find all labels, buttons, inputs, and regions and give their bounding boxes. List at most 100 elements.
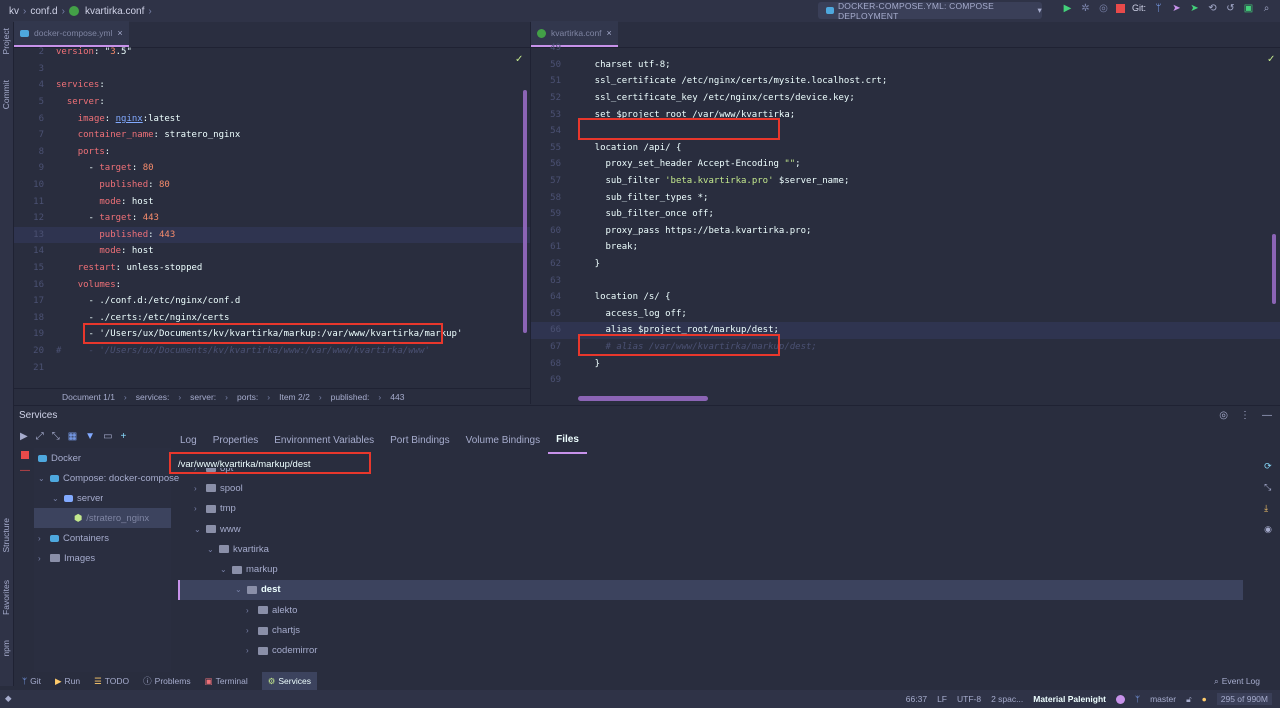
code-line[interactable]: 66 alias $project_root/markup/dest;: [531, 322, 1280, 339]
lock-icon[interactable]: 🔓︎: [1186, 694, 1192, 705]
file-tree-row[interactable]: › tmp: [178, 499, 1243, 519]
code-line[interactable]: 60 proxy_pass https://beta.kvartirka.pro…: [531, 223, 1280, 240]
horizontal-scrollbar[interactable]: [578, 396, 708, 401]
code-line[interactable]: 53 set $project_root /var/www/kvartirka;: [531, 106, 1280, 123]
close-icon[interactable]: ×: [117, 28, 122, 38]
file-tree-row[interactable]: › spool: [178, 478, 1243, 498]
code-area[interactable]: 2 version: "3.5" 3 4 services: 5 server: 6 ima…: [14, 47, 530, 388]
code-line[interactable]: 49: [531, 40, 1280, 57]
close-icon[interactable]: ×: [607, 28, 612, 38]
npm-tool-button[interactable]: npm: [1, 640, 11, 657]
yaml-breadcrumb-item[interactable]: 443: [390, 392, 404, 402]
tab-log[interactable]: Log: [172, 426, 205, 454]
tab-port-bindings[interactable]: Port Bindings: [382, 426, 457, 454]
git-push-icon[interactable]: ➤: [1171, 3, 1182, 14]
tool-services[interactable]: ⚙ Services: [261, 672, 317, 690]
code-line[interactable]: 13 published: 443: [14, 226, 530, 244]
chevron-right-icon[interactable]: ›: [246, 646, 254, 655]
git-branch-icon[interactable]: ᛘ: [1153, 3, 1164, 14]
file-encoding[interactable]: UTF-8: [957, 694, 981, 704]
yaml-breadcrumb-item[interactable]: server:: [190, 392, 216, 402]
tab-properties[interactable]: Properties: [205, 426, 267, 454]
chevron-down-icon[interactable]: ⌄: [207, 545, 215, 554]
coverage-icon[interactable]: ◎: [1098, 3, 1109, 14]
tree-item-container[interactable]: ⬢ /stratero_nginx: [34, 508, 171, 528]
file-tree-row[interactable]: ⌄ markup: [178, 560, 1243, 580]
code-line[interactable]: 69: [531, 372, 1280, 389]
open-in-tab-icon[interactable]: ▭: [103, 431, 112, 442]
tree-item-containers[interactable]: › Containers: [38, 528, 109, 548]
git-branch[interactable]: master: [1150, 694, 1176, 704]
add-service-icon[interactable]: +: [121, 431, 127, 442]
code-line[interactable]: 58 sub_filter_types *;: [531, 189, 1280, 206]
tool-git[interactable]: ᛘ Git: [22, 676, 41, 686]
chevron-right-icon[interactable]: ›: [194, 504, 202, 513]
file-tree-row[interactable]: › codemirror: [178, 641, 1243, 661]
collapse-all-icon[interactable]: ⤡: [52, 431, 60, 442]
code-line[interactable]: 9 - target: 80: [14, 160, 530, 177]
tab-files[interactable]: Files: [548, 426, 587, 454]
yaml-breadcrumb-item[interactable]: Item 2/2: [279, 392, 310, 402]
tab-volume-bindings[interactable]: Volume Bindings: [458, 426, 549, 454]
code-line[interactable]: 20 # - '/Users/ux/Documents/kv/kvartirka/…: [14, 343, 530, 360]
rollback-icon[interactable]: ↺: [1225, 3, 1236, 14]
code-line[interactable]: 63: [531, 272, 1280, 289]
file-tree-row[interactable]: ⌄ dest: [178, 579, 1243, 601]
code-area[interactable]: 49 50 charset utf-8; 51 ssl_certificate /e…: [531, 43, 1280, 398]
tool-run[interactable]: ▶ Run: [55, 676, 80, 687]
structure-tool-button[interactable]: Structure: [1, 518, 11, 553]
tool-event-log[interactable]: ⌕ Event Log: [1214, 676, 1280, 687]
yaml-breadcrumb-item[interactable]: published:: [331, 392, 370, 402]
code-line[interactable]: 8 ports:: [14, 144, 530, 161]
code-line[interactable]: 21: [14, 359, 530, 376]
filter-icon[interactable]: ▼: [85, 431, 95, 442]
commit-tool-button[interactable]: Commit: [1, 80, 11, 109]
code-line[interactable]: 2 version: "3.5": [14, 44, 530, 61]
run-icon[interactable]: ▶: [20, 431, 28, 442]
code-line[interactable]: 17 - ./conf.d:/etc/nginx/conf.d: [14, 293, 530, 310]
file-tree-row[interactable]: › opt: [178, 468, 1243, 478]
tool-problems[interactable]: ⓘ Problems: [143, 675, 190, 687]
code-line[interactable]: 50 charset utf-8;: [531, 57, 1280, 74]
code-line[interactable]: 15 restart: unless-stopped: [14, 260, 530, 277]
code-line[interactable]: 5 server:: [14, 94, 530, 111]
favorites-tool-button[interactable]: Favorites: [1, 580, 11, 615]
debug-icon[interactable]: ✲: [1080, 3, 1091, 14]
code-line[interactable]: 10 published: 80: [14, 177, 530, 194]
crumb-project[interactable]: kv: [9, 6, 19, 17]
code-line[interactable]: 56 proxy_set_header Accept-Encoding "";: [531, 156, 1280, 173]
code-line[interactable]: 18 - ./certs:/etc/nginx/certs: [14, 310, 530, 327]
expand-all-icon[interactable]: ⤢: [36, 431, 44, 442]
code-line[interactable]: 3: [14, 61, 530, 78]
run-configuration-select[interactable]: DOCKER-COMPOSE.YML: COMPOSE DEPLOYMENT ▾: [818, 1, 1042, 21]
cursor-position[interactable]: 66:37: [906, 694, 927, 704]
code-line[interactable]: 11 mode: host: [14, 193, 530, 210]
code-line[interactable]: 54: [531, 123, 1280, 140]
tree-item-images[interactable]: › Images: [38, 548, 95, 568]
tree-item-compose[interactable]: ⌄ Compose: docker-compose: [38, 468, 179, 488]
layout-icon[interactable]: ◆: [5, 693, 12, 704]
chevron-down-icon[interactable]: ⌄: [220, 565, 228, 574]
code-line[interactable]: 65 access_log off;: [531, 306, 1280, 323]
editor-docker-compose[interactable]: docker-compose.yml × 2 version: "3.5" 3 4 se…: [14, 21, 530, 404]
code-line[interactable]: 51 ssl_certificate /etc/nginx/certs/mysi…: [531, 73, 1280, 90]
vertical-scrollbar[interactable]: [523, 90, 527, 333]
run-icon[interactable]: ▶: [1062, 3, 1073, 14]
code-line[interactable]: 6 image: nginx:latest: [14, 110, 530, 127]
line-separator[interactable]: LF: [937, 694, 947, 704]
crumb-file[interactable]: kvartirka.conf: [85, 6, 144, 17]
yaml-breadcrumb-item[interactable]: ports:: [237, 392, 258, 402]
tree-item-docker[interactable]: Docker: [38, 448, 81, 468]
file-tree-row[interactable]: › chartjs: [178, 620, 1243, 640]
code-line[interactable]: 55 location /api/ {: [531, 140, 1280, 157]
git-update-icon[interactable]: ➤: [1189, 3, 1200, 14]
vertical-scrollbar[interactable]: [1272, 234, 1276, 304]
memory-indicator[interactable]: 295 of 990M: [1216, 693, 1272, 705]
tree-item-server[interactable]: ⌄ server: [52, 488, 103, 508]
tool-terminal[interactable]: ▣ Terminal: [205, 676, 248, 687]
chevron-down-icon[interactable]: ⌄: [194, 525, 202, 534]
code-line[interactable]: 57 sub_filter 'beta.kvartirka.pro' $serv…: [531, 173, 1280, 190]
code-line[interactable]: 7 container_name: stratero_nginx: [14, 127, 530, 144]
refresh-icon[interactable]: ⟳: [1264, 461, 1272, 472]
tool-todo[interactable]: ☰ TODO: [94, 676, 129, 687]
